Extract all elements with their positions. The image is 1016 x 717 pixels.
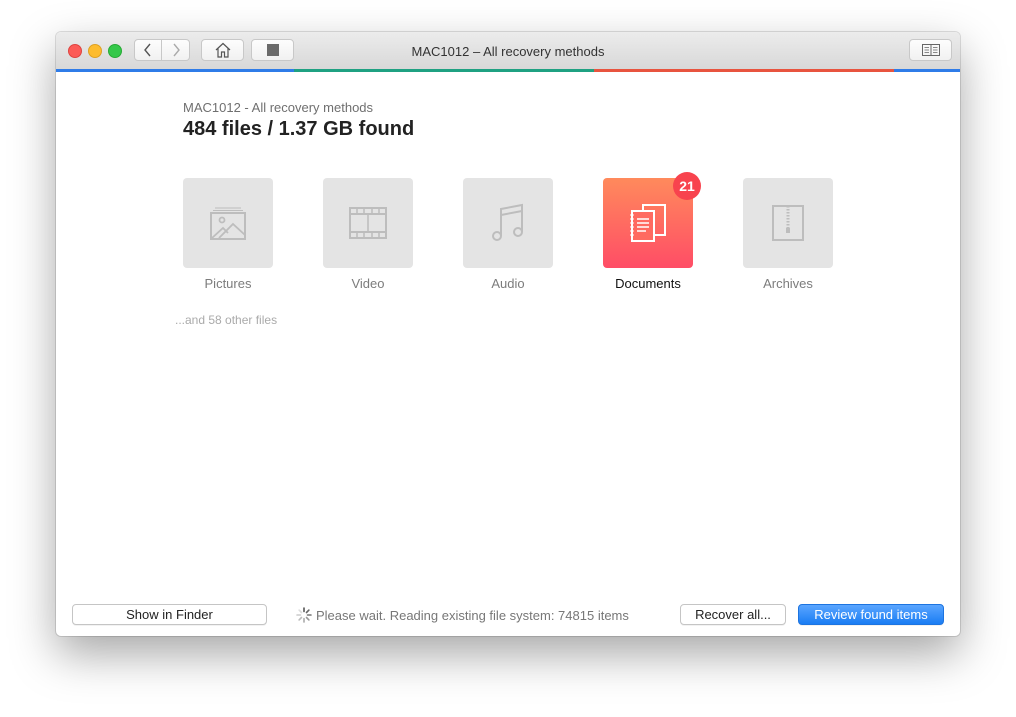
category-label: Archives [763, 276, 813, 291]
category-label: Documents [615, 276, 681, 291]
category-tile[interactable] [183, 178, 273, 268]
category-archives[interactable]: Archives [743, 178, 833, 291]
progress-segment [56, 69, 294, 72]
title-bar: MAC1012 – All recovery methods [56, 32, 960, 70]
category-tile[interactable] [743, 178, 833, 268]
category-documents[interactable]: 21 Documents [603, 172, 701, 291]
progress-segment [594, 69, 894, 72]
show-in-finder-button[interactable]: Show in Finder [72, 604, 267, 625]
recover-all-button[interactable]: Recover all... [680, 604, 786, 625]
status-message: Please wait. Reading existing file syste… [296, 607, 629, 623]
category-pictures[interactable]: Pictures [183, 178, 273, 291]
zip-archive-icon [772, 205, 804, 241]
category-label: Pictures [204, 276, 252, 291]
music-note-icon [492, 203, 523, 241]
film-strip-icon [349, 207, 387, 239]
spinner-icon [296, 607, 312, 623]
toggle-sidebar-button[interactable] [909, 39, 952, 61]
other-files-link[interactable]: ...and 58 other files [175, 313, 277, 327]
category-tile[interactable] [463, 178, 553, 268]
progress-segment [894, 69, 960, 72]
review-found-items-button[interactable]: Review found items [798, 604, 944, 625]
category-video[interactable]: Video [323, 178, 413, 291]
category-audio[interactable]: Audio [463, 178, 553, 291]
category-tile[interactable]: 21 [603, 172, 701, 268]
book-columns-icon [921, 44, 940, 56]
status-text: Please wait. Reading existing file syste… [316, 607, 629, 623]
category-tile[interactable] [323, 178, 413, 268]
app-window: MAC1012 – All recovery methods MAC1012 -… [56, 32, 960, 636]
scan-progress-bar [56, 69, 960, 72]
count-badge: 21 [673, 172, 701, 200]
progress-segment [294, 69, 594, 72]
source-label: MAC1012 - All recovery methods [183, 100, 374, 115]
found-summary: 484 files / 1.37 GB found [183, 118, 415, 140]
documents-icon [630, 204, 666, 242]
window-title: MAC1012 – All recovery methods [411, 44, 605, 59]
picture-icon [210, 207, 246, 240]
category-label: Audio [491, 276, 525, 291]
category-label: Video [351, 276, 385, 291]
